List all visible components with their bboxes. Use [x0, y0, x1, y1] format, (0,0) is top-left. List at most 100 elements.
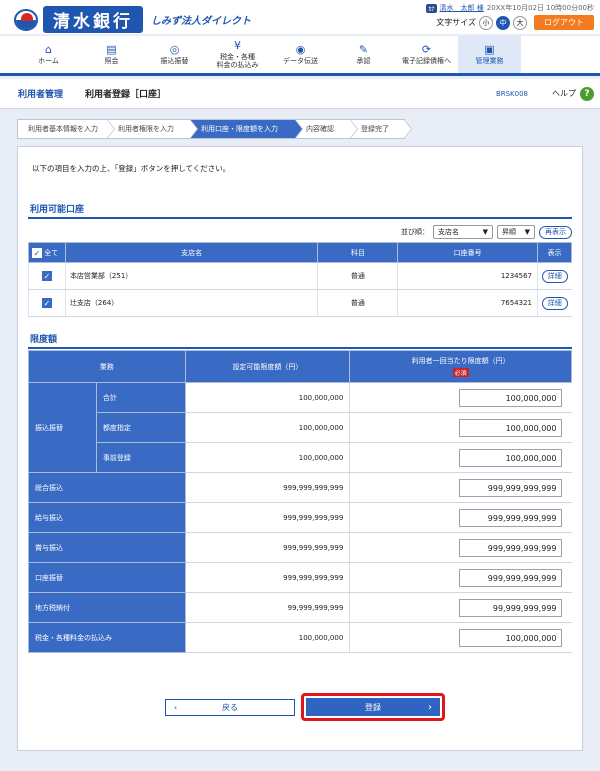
step-complete: 登録完了: [350, 119, 412, 139]
limit-input[interactable]: 999,999,999,999: [458, 568, 562, 587]
help-link[interactable]: ヘルプ ?: [552, 86, 594, 101]
branch-cell: 本店営業部（251）: [64, 262, 318, 290]
font-size-control: 文字サイズ 小 中 大 ログアウト: [436, 15, 594, 30]
limit-label: 賞与振込: [28, 532, 186, 563]
limit-input-cell: 999,999,999,999: [349, 532, 572, 563]
instruction-text: 以下の項目を入力の上、「登録」ボタンを押してください。: [32, 164, 231, 173]
nav-label: 税金・各種 料金の払込み: [216, 52, 259, 69]
limit-input-cell: 100,000,000: [349, 622, 572, 653]
font-size-medium-button[interactable]: 中: [496, 15, 510, 30]
detail-button[interactable]: 詳細: [541, 296, 568, 310]
nav-inquiry[interactable]: ▤ 照会: [80, 36, 143, 73]
page-category: 利用者管理: [18, 90, 64, 100]
user-limit-label: 利用者一回当たり限度額（円）: [411, 357, 510, 365]
table-row: ✓ 辻支店（264） 普通 7654321 詳細: [28, 289, 572, 317]
user-name-link[interactable]: 清水 太郎 様: [440, 3, 484, 13]
logout-button[interactable]: ログアウト: [534, 15, 594, 30]
user-badge: ｶﾅ: [426, 3, 437, 13]
nav-tax-payment[interactable]: ¥ 税金・各種 料金の払込み: [206, 36, 269, 73]
chevron-left-icon: ‹: [174, 703, 178, 712]
sort-order-value: 昇順: [502, 228, 516, 236]
step-confirm: 内容確認: [295, 119, 358, 139]
limit-input[interactable]: 100,000,000: [458, 628, 562, 647]
account-number-cell: 7654321: [397, 289, 538, 317]
type-cell: 普通: [317, 289, 398, 317]
business-header: 業務: [28, 350, 186, 383]
sort-field-select[interactable]: 支店名 ▼: [433, 225, 493, 239]
sort-order-select[interactable]: 昇順 ▼: [497, 225, 535, 239]
row-checkbox-cell: ✓: [28, 262, 66, 290]
row-checkbox-cell: ✓: [28, 289, 66, 317]
limit-input[interactable]: 100,000,000: [458, 388, 562, 407]
select-all-label: 全て: [44, 248, 59, 257]
detail-button[interactable]: 詳細: [541, 269, 568, 283]
table-row: 税金・各種料金の払込み 100,000,000 100,000,000: [28, 622, 572, 653]
bank-logo[interactable]: 清水銀行 しみず法人ダイレクト: [14, 6, 251, 33]
nav-electronic-claims[interactable]: ⟳ 電子記録債権へ: [395, 36, 458, 73]
nav-transfer[interactable]: ◎ 振込振替: [143, 36, 206, 73]
limit-input[interactable]: 100,000,000: [458, 448, 562, 467]
section-divider: [28, 347, 572, 349]
limit-input[interactable]: 999,999,999,999: [458, 508, 562, 527]
chevron-down-icon: ▼: [524, 228, 530, 236]
table-row: ✓ 本店営業部（251） 普通 1234567 詳細: [28, 262, 572, 290]
account-number-cell: 1234567: [397, 262, 538, 290]
section-divider: [28, 217, 572, 219]
register-button-highlight: 登録 ›: [301, 693, 445, 721]
table-row: 事前登録 100,000,000 100,000,000: [29, 442, 572, 473]
nav-data-transfer[interactable]: ◉ データ伝送: [269, 36, 332, 73]
settable-header: 設定可能限度額（円）: [184, 350, 351, 383]
font-size-large-button[interactable]: 大: [513, 15, 527, 30]
limit-label: 事前登録: [95, 442, 186, 473]
page-title: 利用者登録［口座］: [85, 90, 167, 100]
detail-cell: 詳細: [537, 289, 572, 317]
content-panel: 以下の項目を入力の上、「登録」ボタンを押してください。 利用可能口座 並び順： …: [17, 146, 583, 751]
back-button[interactable]: ‹ 戻る: [165, 699, 295, 716]
limits-table: 業務 設定可能限度額（円） 利用者一回当たり限度額（円） 必須 振込振替 合計 …: [28, 350, 572, 653]
limit-input[interactable]: 999,999,999,999: [458, 478, 562, 497]
help-icon: ?: [580, 86, 594, 101]
limit-input-cell: 999,999,999,999: [349, 502, 572, 533]
settable-limit: 999,999,999,999: [184, 532, 350, 563]
limit-input[interactable]: 99,999,999,999: [458, 598, 562, 617]
account-checkbox[interactable]: ✓: [41, 298, 52, 308]
type-header: 科目: [317, 242, 399, 263]
table-row: 都度指定 100,000,000 100,000,000: [29, 412, 572, 443]
select-all-header: ✓ 全て: [28, 242, 66, 263]
chevron-down-icon: ▼: [482, 228, 488, 236]
settable-limit: 99,999,999,999: [184, 592, 350, 623]
sort-field-value: 支店名: [438, 228, 459, 236]
limit-label: 合計: [95, 382, 186, 413]
nav-approval[interactable]: ✎ 承認: [332, 36, 395, 73]
branch-header: 支店名: [64, 242, 319, 263]
nav-home[interactable]: ⌂ ホーム: [17, 36, 80, 73]
approval-icon: ✎: [358, 42, 369, 56]
user-info: ｶﾅ 清水 太郎 様 20XX年10月02日 10時00分00秒: [426, 3, 594, 13]
select-all-checkbox[interactable]: ✓: [32, 247, 42, 258]
accounts-section-title: 利用可能口座: [30, 205, 85, 215]
limits-section-title: 限度額: [30, 335, 58, 345]
nav-admin[interactable]: ▣ 管理業務: [458, 36, 521, 73]
transfer-group-label: 振込振替: [28, 382, 97, 473]
data-icon: ◉: [295, 42, 306, 56]
step-basic-info: 利用者基本情報を入力: [17, 119, 115, 139]
help-label: ヘルプ: [552, 89, 576, 98]
limit-input[interactable]: 100,000,000: [458, 418, 562, 437]
redisplay-button[interactable]: 再表示: [539, 225, 572, 239]
register-button[interactable]: 登録 ›: [306, 698, 440, 716]
nav-label: ホーム: [38, 56, 59, 65]
limit-label: 税金・各種料金の払込み: [28, 622, 186, 653]
required-badge: 必須: [452, 368, 469, 377]
limit-input[interactable]: 999,999,999,999: [458, 538, 562, 557]
nav-label: 管理業務: [475, 56, 504, 65]
bank-name: 清水銀行: [43, 6, 143, 33]
account-checkbox[interactable]: ✓: [41, 271, 52, 281]
home-icon: ⌂: [45, 42, 52, 56]
font-size-small-button[interactable]: 小: [479, 15, 493, 30]
limit-input-cell: 100,000,000: [349, 412, 572, 443]
sort-label: 並び順：: [401, 228, 429, 236]
nav-label: 電子記録債権へ: [402, 56, 451, 65]
nav-label: 振込振替: [160, 56, 189, 65]
header: 清水銀行 しみず法人ダイレクト ｶﾅ 清水 太郎 様 20XX年10月02日 1…: [0, 0, 600, 34]
transfer-icon: ◎: [169, 42, 180, 56]
